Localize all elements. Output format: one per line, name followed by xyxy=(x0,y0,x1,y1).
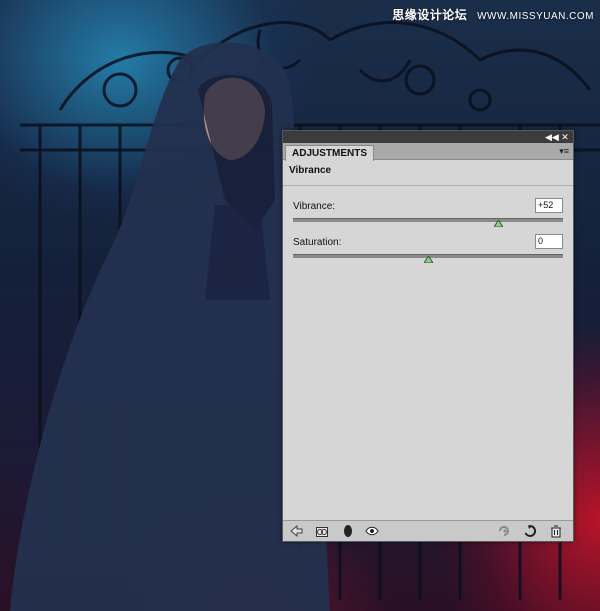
double-chevron-left-icon[interactable]: ◀◀ xyxy=(545,131,559,143)
watermark-chinese: 思缘设计论坛 xyxy=(392,8,468,22)
view-previous-state-icon[interactable] xyxy=(497,524,511,538)
saturation-control: Saturation: 0 xyxy=(283,227,573,263)
saturation-label: Saturation: xyxy=(293,237,342,248)
trash-icon[interactable] xyxy=(549,524,563,538)
reset-icon[interactable] xyxy=(523,524,537,538)
panel-bottom-toolbar xyxy=(283,520,573,541)
mask-toggle-icon[interactable] xyxy=(341,524,355,538)
eye-icon[interactable] xyxy=(365,524,379,538)
saturation-slider-thumb[interactable] xyxy=(424,256,433,263)
vibrance-slider-thumb[interactable] xyxy=(494,220,504,227)
saturation-value-field[interactable]: 0 xyxy=(535,234,563,249)
vibrance-value-field[interactable]: +52 xyxy=(535,198,563,213)
clip-to-layer-icon[interactable] xyxy=(315,524,329,538)
back-arrow-icon[interactable] xyxy=(289,524,303,538)
vibrance-slider-track[interactable] xyxy=(293,218,563,222)
vibrance-control: Vibrance: +52 xyxy=(283,191,573,227)
panel-menu-icon[interactable]: ▾≡ xyxy=(559,145,569,157)
tab-adjustments[interactable]: ADJUSTMENTS xyxy=(285,145,375,161)
watermark: 思缘设计论坛 WWW.MISSYUAN.COM xyxy=(392,6,594,23)
panel-title-bar[interactable]: ◀◀ ✕ xyxy=(283,131,573,143)
section-title: Vibrance xyxy=(283,160,573,186)
vibrance-label: Vibrance: xyxy=(293,201,336,212)
watermark-url: WWW.MISSYUAN.COM xyxy=(477,11,594,22)
adjustments-panel: ◀◀ ✕ ADJUSTMENTS ▾≡ Vibrance Vibrance: +… xyxy=(282,130,574,542)
close-icon[interactable]: ✕ xyxy=(559,131,571,143)
panel-tab-bar: ADJUSTMENTS ▾≡ xyxy=(283,143,573,161)
